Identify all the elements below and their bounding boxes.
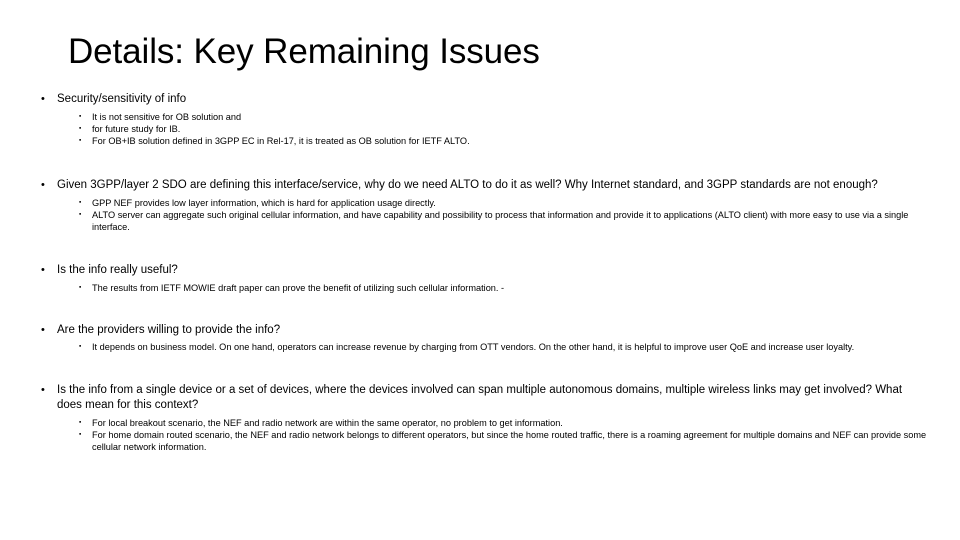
sub-bullet-list-1: ▪ It is not sensitive for OB solution an… [30, 111, 930, 148]
list-item: ▪ for future study for IB. [30, 123, 930, 135]
bullet-level2-text: for future study for IB. [92, 123, 181, 134]
bullet-level2-text: It depends on business model. On one han… [92, 342, 855, 353]
bullet-level1-info-useful: • Is the info really useful? [30, 263, 930, 279]
bullet-group-4: • Are the providers willing to provide t… [30, 323, 930, 354]
bullet-level2-text: GPP NEF provides low layer information, … [92, 197, 436, 208]
bullet-group-3: • Is the info really useful? ▪ The resul… [30, 263, 930, 294]
bullet-group-5: • Is the info from a single device or a … [30, 383, 930, 454]
bullet-dot-icon: • [41, 323, 45, 336]
bullet-level1-providers-willing: • Are the providers willing to provide t… [30, 323, 930, 339]
sub-bullet-list-3: ▪ The results from IETF MOWIE draft pape… [30, 282, 930, 294]
bullet-level2-text: For OB+IB solution defined in 3GPP EC in… [92, 135, 470, 146]
bullet-dot-icon: • [41, 264, 45, 277]
bullet-square-icon: ▪ [79, 343, 82, 351]
sub-bullet-list-2: ▪ GPP NEF provides low layer information… [30, 197, 930, 234]
bullet-square-icon: ▪ [79, 136, 82, 144]
bullet-level1-security: • Security/sensitivity of info [30, 92, 930, 108]
list-item: ▪ For OB+IB solution defined in 3GPP EC … [30, 135, 930, 147]
bullet-level1-single-device: • Is the info from a single device or a … [30, 383, 930, 414]
bullet-level1-text: Is the info really useful? [57, 264, 178, 277]
list-item: ▪ ALTO server can aggregate such origina… [30, 209, 930, 233]
bullet-level2-text: For home domain routed scenario, the NEF… [92, 429, 927, 453]
list-item: ▪ For home domain routed scenario, the N… [30, 429, 930, 453]
slide-body: • Security/sensitivity of info ▪ It is n… [30, 92, 930, 470]
bullet-level2-text: It is not sensitive for OB solution and [92, 111, 242, 122]
bullet-square-icon: ▪ [79, 198, 82, 206]
bullet-dot-icon: • [41, 179, 45, 192]
bullet-square-icon: ▪ [79, 210, 82, 218]
bullet-square-icon: ▪ [79, 430, 82, 438]
sub-bullet-list-5: ▪ For local breakout scenario, the NEF a… [30, 417, 930, 454]
bullet-level1-text: Security/sensitivity of info [57, 93, 187, 105]
bullet-square-icon: ▪ [79, 112, 82, 120]
page-title: Details: Key Remaining Issues [68, 32, 540, 71]
bullet-group-1: • Security/sensitivity of info ▪ It is n… [30, 92, 930, 147]
bullet-level1-text: Given 3GPP/layer 2 SDO are defining this… [57, 179, 878, 192]
bullet-level1-text: Is the info from a single device or a se… [57, 383, 903, 412]
bullet-square-icon: ▪ [79, 283, 82, 291]
list-item: ▪ GPP NEF provides low layer information… [30, 197, 930, 209]
bullet-level1-3gpp-sdo: • Given 3GPP/layer 2 SDO are defining th… [30, 178, 930, 194]
bullet-square-icon: ▪ [79, 418, 82, 426]
bullet-dot-icon: • [41, 93, 45, 105]
list-item: ▪ It is not sensitive for OB solution an… [30, 111, 930, 123]
bullet-group-2: • Given 3GPP/layer 2 SDO are defining th… [30, 178, 930, 233]
bullet-square-icon: ▪ [79, 124, 82, 132]
bullet-level1-text: Are the providers willing to provide the… [57, 323, 281, 336]
list-item: ▪ For local breakout scenario, the NEF a… [30, 417, 930, 429]
bullet-dot-icon: • [41, 383, 45, 396]
bullet-level2-text: The results from IETF MOWIE draft paper … [92, 282, 505, 293]
bullet-level2-text: For local breakout scenario, the NEF and… [92, 417, 563, 428]
list-item: ▪ The results from IETF MOWIE draft pape… [30, 282, 930, 294]
sub-bullet-list-4: ▪ It depends on business model. On one h… [30, 341, 930, 353]
bullet-level2-text: ALTO server can aggregate such original … [92, 209, 909, 233]
presentation-slide: Details: Key Remaining Issues • Security… [0, 0, 960, 540]
list-item: ▪ It depends on business model. On one h… [30, 341, 930, 353]
